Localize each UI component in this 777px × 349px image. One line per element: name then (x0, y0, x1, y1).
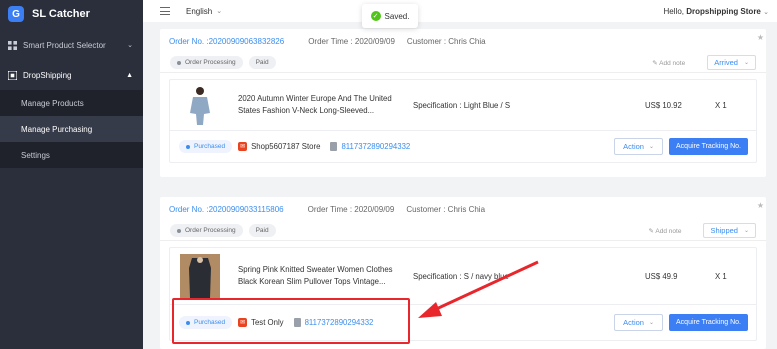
product-qty: X 1 (715, 271, 727, 281)
product-image[interactable] (180, 85, 220, 125)
sidebar-group-smart-product-selector[interactable]: Smart Product Selector ⌄ (0, 30, 143, 60)
sidebar-group-label: DropShipping (23, 70, 72, 80)
menu-toggle-icon[interactable] (160, 7, 170, 15)
cart-icon (8, 70, 17, 80)
tag-label: Paid (255, 227, 269, 234)
order-number[interactable]: Order No. :20200909063832826 (169, 37, 284, 46)
document-icon (330, 142, 338, 151)
order-header: Order No. :20200909033115806 Order Time … (160, 197, 766, 221)
order-number[interactable]: Order No. :20200909033115806 (169, 205, 284, 214)
greeting: Hello, (663, 6, 684, 16)
order-card: ★ Order No. :20200909063832826 Order Tim… (160, 29, 766, 177)
store-label: Shop5607187 Store (251, 142, 321, 151)
sidebar-item-manage-products[interactable]: Manage Products (0, 90, 143, 116)
order-header: Order No. :20200909063832826 Order Time … (160, 29, 766, 53)
chevron-up-icon: ▲ (126, 71, 133, 79)
customer: Customer : Chris Chia (406, 204, 486, 214)
action-label: Action (623, 318, 644, 327)
app-logo-icon: G (8, 6, 24, 22)
acquire-tracking-button[interactable]: Acquire Tracking No. (669, 138, 748, 155)
product-price: US$ 49.9 (645, 271, 678, 281)
store-name: Dropshipping Store (686, 6, 761, 16)
check-circle-icon: ✓ (370, 11, 381, 21)
tag-label: Order Processing (185, 59, 236, 66)
add-note-link[interactable]: ✎ Add note (652, 59, 685, 67)
action-dropdown-button[interactable]: Action ⌄ (614, 314, 664, 331)
product-title[interactable]: 2020 Autumn Winter Europe And The United… (238, 93, 403, 117)
sidebar-group-label: Smart Product Selector (23, 40, 106, 50)
chevron-down-icon: ⌄ (743, 60, 749, 66)
toast-message: Saved. (384, 11, 410, 21)
status-value: Arrived (714, 58, 738, 67)
product-row: 2020 Autumn Winter Europe And The United… (170, 80, 756, 130)
product-title[interactable]: Spring Pink Knitted Sweater Women Clothe… (238, 264, 403, 288)
annotation-highlight-box (172, 298, 410, 344)
product-spec: Specification : S / navy blue (413, 271, 509, 281)
item-card: 2020 Autumn Winter Europe And The United… (169, 79, 757, 163)
paid-badge: Paid (248, 56, 276, 69)
dropshipping-submenu: Manage Products Manage Purchasing Settin… (0, 90, 143, 168)
product-row: Spring Pink Knitted Sweater Women Clothe… (170, 248, 756, 304)
user-menu[interactable]: Hello, Dropshipping Store ⌄ (664, 7, 769, 16)
tracking-number[interactable]: 8117372890294332 (330, 142, 410, 151)
brand[interactable]: G SL Catcher (0, 0, 143, 28)
action-dropdown-button[interactable]: Action ⌄ (614, 138, 664, 155)
status-value: Shipped (710, 226, 738, 235)
product-photo-icon (180, 254, 220, 298)
product-qty: X 1 (715, 100, 727, 110)
action-label: Action (623, 142, 644, 151)
aliexpress-icon: ✉ (238, 142, 248, 151)
chevron-down-icon: ⌄ (763, 8, 769, 16)
order-time: Order Time : 2020/09/09 (307, 204, 395, 214)
sidebar: G SL Catcher Smart Product Selector ⌄ Dr… (0, 0, 143, 349)
top-bar: English ⌄ Hello, Dropshipping Store ⌄ (143, 0, 777, 22)
chevron-down-icon: ⌄ (127, 42, 133, 49)
chevron-down-icon: ⌄ (743, 228, 749, 234)
add-note-link[interactable]: ✎ Add note (649, 227, 682, 235)
status-badge: Order Processing (170, 224, 243, 237)
purchased-badge: Purchased (179, 140, 233, 153)
product-price: US$ 10.92 (645, 100, 682, 110)
shipping-status-select[interactable]: Shipped ⌄ (703, 223, 756, 238)
product-image[interactable] (180, 254, 220, 298)
star-icon[interactable]: ★ (757, 201, 764, 210)
grid-icon (8, 40, 17, 50)
purchase-row: Purchased ✉ Shop5607187 Store 81173728902… (170, 130, 756, 162)
customer: Customer : Chris Chia (406, 36, 486, 46)
product-photo-icon (190, 87, 210, 125)
app-name: SL Catcher (32, 8, 90, 20)
tag-label: Order Processing (185, 227, 236, 234)
tracking-label: 8117372890294332 (341, 142, 411, 151)
star-icon[interactable]: ★ (757, 33, 764, 42)
saved-toast: ✓ Saved. (362, 4, 418, 28)
chevron-down-icon: ⌄ (216, 8, 223, 15)
chevron-down-icon: ⌄ (648, 144, 655, 150)
acquire-tracking-button[interactable]: Acquire Tracking No. (669, 314, 748, 331)
sidebar-item-settings[interactable]: Settings (0, 142, 143, 168)
order-time: Order Time : 2020/09/09 (308, 36, 395, 46)
product-spec: Specification : Light Blue / S (413, 100, 511, 110)
badge-label: Purchased (194, 143, 226, 150)
language-select[interactable]: English ⌄ (186, 7, 222, 16)
sidebar-item-manage-purchasing[interactable]: Manage Purchasing (0, 116, 143, 142)
add-note-label: Add note (659, 59, 686, 67)
language-label: English (186, 6, 213, 16)
tag-label: Paid (255, 59, 269, 66)
sidebar-group-dropshipping[interactable]: DropShipping ▲ (0, 60, 143, 90)
supplier-store[interactable]: ✉ Shop5607187 Store (238, 142, 320, 151)
chevron-down-icon: ⌄ (648, 320, 655, 326)
shipping-status-select[interactable]: Arrived ⌄ (707, 55, 756, 70)
add-note-label: Add note (655, 227, 682, 235)
order-tags: Order Processing Paid ✎ Add note Shipped… (160, 221, 766, 241)
paid-badge: Paid (248, 224, 276, 237)
status-badge: Order Processing (170, 56, 243, 69)
order-tags: Order Processing Paid ✎ Add note Arrived… (160, 53, 766, 73)
